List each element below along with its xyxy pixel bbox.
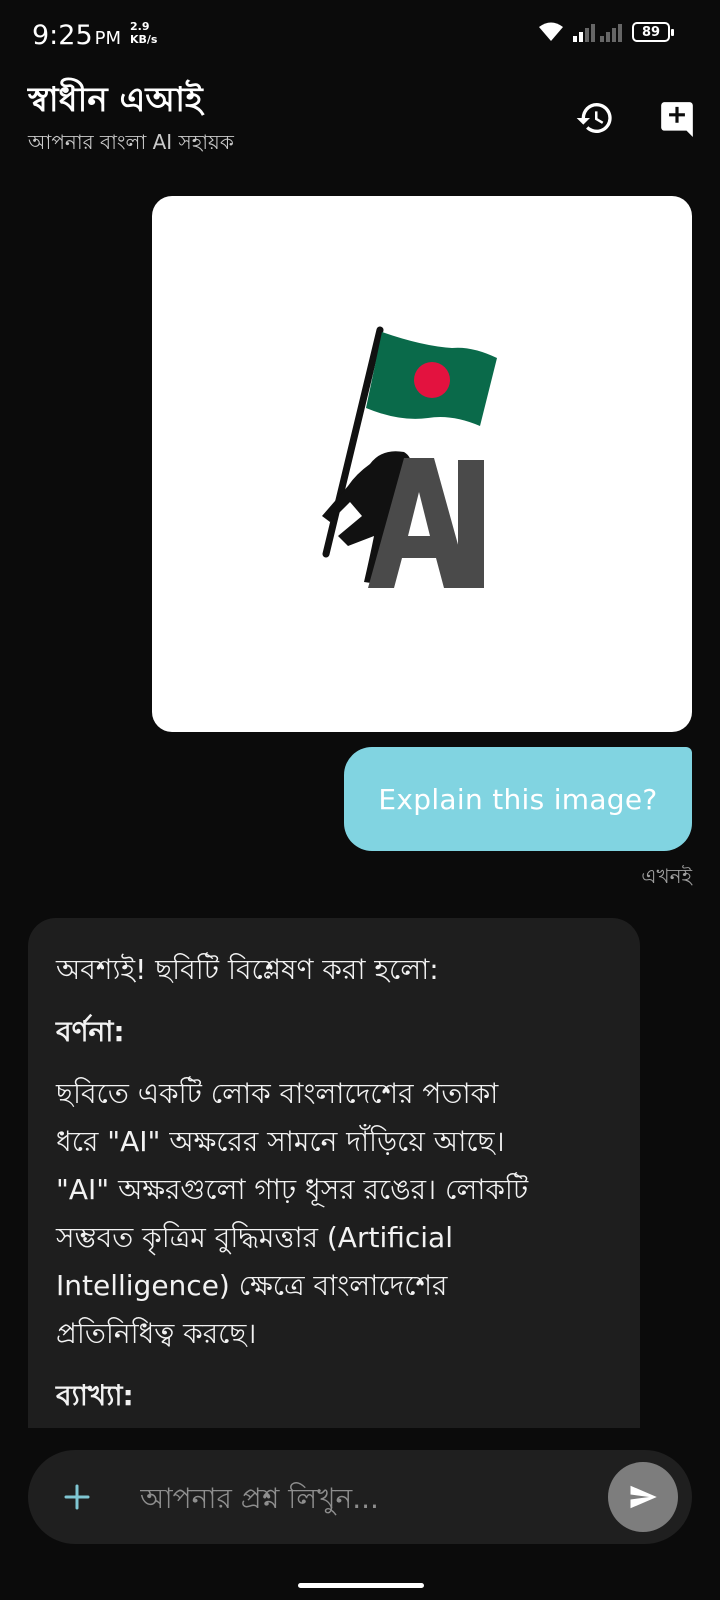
attach-button[interactable] [54, 1474, 100, 1520]
user-message-text: Explain this image? [378, 782, 658, 816]
wifi-icon [539, 22, 563, 41]
status-icons: 89 [539, 22, 674, 42]
plus-icon [64, 1484, 90, 1510]
assistant-intro: অবশ্যই! ছবিটি বিশ্লেষণ করা হলো: [56, 953, 439, 986]
network-speed-value: 2.9 [130, 20, 150, 33]
app-subtitle: আপনার বাংলা AI সহায়ক [28, 130, 234, 154]
battery-icon: 89 [632, 22, 674, 42]
description-paragraph: ছবিতে একটি লোক বাংলাদেশের পতাকা ধরে "AI"… [56, 1070, 616, 1358]
shared-image[interactable]: AI [152, 196, 692, 732]
send-icon [630, 1485, 657, 1509]
user-message-bubble[interactable]: Explain this image? [344, 747, 692, 851]
send-button[interactable] [608, 1462, 678, 1532]
assistant-message-bubble[interactable]: অবশ্যই! ছবিটি বিশ্লেষণ করা হলো: বর্ণনা: … [28, 918, 640, 1428]
description-line: Intelligence) ক্ষেত্রে বাংলাদেশের [56, 1269, 448, 1302]
home-gesture-bar[interactable] [298, 1583, 424, 1588]
ai-flag-logo-image: AI [322, 326, 497, 588]
new-chat-icon [661, 102, 693, 137]
prompt-input[interactable] [138, 1472, 602, 1524]
assistant-message-text: অবশ্যই! ছবিটি বিশ্লেষণ করা হলো: বর্ণনা: … [56, 946, 616, 1420]
battery-level: 89 [641, 24, 661, 40]
description-line: ছবিতে একটি লোক বাংলাদেশের পতাকা [56, 1077, 499, 1110]
explanation-heading: ব্যাখ্যা: [56, 1379, 134, 1412]
app-title: স্বাধীন এআই [28, 80, 203, 120]
signal-icon [573, 22, 622, 42]
clock: 9:25 PM [32, 20, 121, 51]
message-composer [28, 1450, 692, 1544]
status-bar: 9:25 PM 2.9 KB/s 89 [0, 0, 720, 70]
description-line: ধরে "AI" অক্ষরের সামনে দাঁড়িয়ে আছে। [56, 1125, 505, 1158]
network-speed: 2.9 KB/s [130, 20, 157, 46]
clock-ampm: PM [94, 28, 122, 49]
network-speed-unit: KB/s [130, 33, 158, 46]
new-chat-button[interactable] [655, 96, 699, 140]
message-timestamp: এখনই [641, 864, 692, 888]
description-heading: বর্ণনা: [56, 1015, 125, 1048]
history-icon [576, 103, 612, 133]
description-line: সম্ভবত কৃত্রিম বুদ্ধিমত্তার (Artificial [56, 1221, 453, 1254]
clock-time: 9:25 [32, 20, 93, 51]
description-line: "AI" অক্ষরগুলো গাঢ় ধূসর রঙের। লোকটি [56, 1173, 529, 1206]
description-line: প্রতিনিধিত্ব করছে। [56, 1317, 257, 1350]
history-button[interactable] [573, 96, 617, 140]
